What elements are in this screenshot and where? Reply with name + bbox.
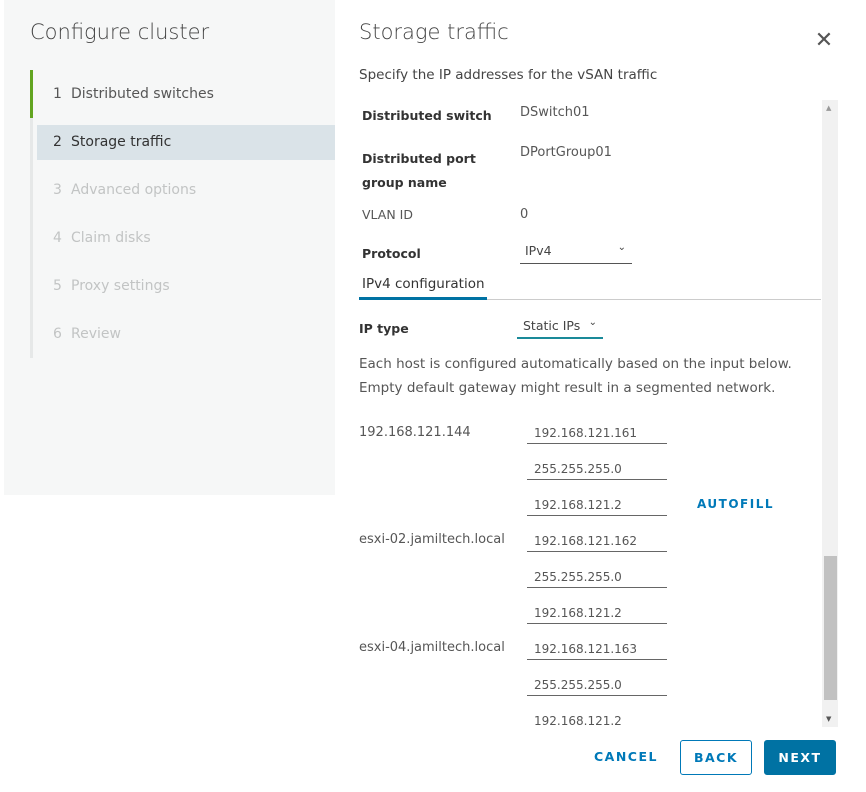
step-complete-indicator xyxy=(30,70,33,118)
step-label: Distributed switches xyxy=(71,86,214,102)
step-label: Review xyxy=(71,326,121,342)
scroll-down-icon[interactable]: ▼ xyxy=(826,715,831,723)
ip-type-select[interactable]: Static IPs ⌄ xyxy=(517,317,603,339)
autofill-button[interactable]: AUTOFILL xyxy=(697,497,774,511)
chevron-down-icon: ⌄ xyxy=(617,242,626,253)
distributed-switch-value: DSwitch01 xyxy=(520,105,590,120)
step-number: 2 xyxy=(53,134,62,150)
chevron-down-icon: ⌄ xyxy=(588,317,597,328)
protocol-label: Protocol xyxy=(362,246,421,261)
port-group-label: Distributed port group name xyxy=(362,151,476,190)
step-advanced-options: 3 Advanced options xyxy=(37,173,335,208)
host-subnet-input[interactable] xyxy=(527,674,667,696)
host-ip-input[interactable] xyxy=(527,638,667,660)
ip-type-label: IP type xyxy=(359,321,409,336)
step-distributed-switches[interactable]: 1 Distributed switches xyxy=(37,77,335,112)
step-label: Storage traffic xyxy=(71,134,172,150)
protocol-value: IPv4 xyxy=(525,243,552,258)
protocol-select[interactable]: IPv4 ⌄ xyxy=(520,242,632,264)
next-button[interactable]: NEXT xyxy=(764,740,836,775)
host-gateway-input[interactable] xyxy=(527,710,667,732)
step-label: Proxy settings xyxy=(71,278,170,294)
step-review: 6 Review xyxy=(37,317,335,352)
back-button[interactable]: BACK xyxy=(680,740,752,775)
step-number: 3 xyxy=(53,182,62,198)
scrollbar-thumb[interactable] xyxy=(824,556,837,700)
step-label: Advanced options xyxy=(71,182,197,198)
close-icon[interactable]: ✕ xyxy=(812,28,836,54)
ip-type-value: Static IPs xyxy=(523,318,581,333)
info-text-line2: Empty default gateway might result in a … xyxy=(359,380,776,396)
host-gateway-input[interactable] xyxy=(527,494,667,516)
tab-ipv4-configuration[interactable]: IPv4 configuration xyxy=(362,276,485,292)
cancel-button[interactable]: CANCEL xyxy=(590,740,662,775)
tab-active-indicator xyxy=(359,297,487,300)
page-title: Storage traffic xyxy=(359,20,509,44)
step-proxy-settings: 5 Proxy settings xyxy=(37,269,335,304)
host-name: 192.168.121.144 xyxy=(359,425,471,440)
step-number: 4 xyxy=(53,230,62,246)
step-claim-disks: 4 Claim disks xyxy=(37,221,335,256)
step-number: 1 xyxy=(53,86,62,102)
info-text-line1: Each host is configured automatically ba… xyxy=(359,356,792,372)
page-subtitle: Specify the IP addresses for the vSAN tr… xyxy=(359,67,658,83)
wizard-title: Configure cluster xyxy=(30,20,210,44)
step-number: 5 xyxy=(53,278,62,294)
host-name: esxi-02.jamiltech.local xyxy=(359,532,505,547)
host-ip-input[interactable] xyxy=(527,530,667,552)
host-subnet-input[interactable] xyxy=(527,566,667,588)
vlan-label: VLAN ID xyxy=(362,207,413,222)
host-name: esxi-04.jamiltech.local xyxy=(359,640,505,655)
step-label: Claim disks xyxy=(71,230,151,246)
step-storage-traffic[interactable]: 2 Storage traffic xyxy=(37,125,335,160)
vlan-value: 0 xyxy=(520,207,529,222)
scroll-up-icon[interactable]: ▲ xyxy=(826,104,831,112)
host-ip-input[interactable] xyxy=(527,422,667,444)
distributed-switch-label: Distributed switch xyxy=(362,108,492,123)
host-subnet-input[interactable] xyxy=(527,458,667,480)
host-gateway-input[interactable] xyxy=(527,602,667,624)
port-group-value: DPortGroup01 xyxy=(520,145,612,160)
step-number: 6 xyxy=(53,326,62,342)
